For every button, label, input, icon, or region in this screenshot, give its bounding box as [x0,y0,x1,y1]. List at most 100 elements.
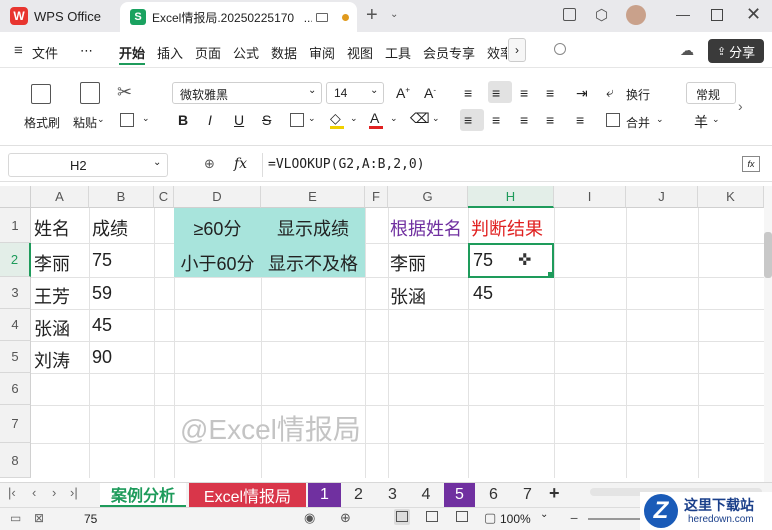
cell-d2[interactable]: 小于60分 [174,250,261,276]
currency-icon[interactable]: 羊 [694,112,708,132]
cell-a2[interactable]: 李丽 [34,250,70,276]
col-header-g[interactable]: G [388,186,468,208]
name-box[interactable] [8,153,168,177]
sheet-tab-3[interactable]: 3 [377,483,408,507]
merge-icon[interactable] [606,113,620,127]
page-layout-icon[interactable] [426,511,438,522]
col-header-f[interactable]: F [365,186,388,208]
zoom-search-icon[interactable]: ⊕ [204,156,215,172]
menu-file[interactable]: 文件 [32,43,58,62]
paste-dropdown-icon[interactable]: ⌄ [97,114,105,125]
row-header-8[interactable]: 8 [0,443,31,478]
col-header-j[interactable]: J [626,186,698,208]
col-header-k[interactable]: K [698,186,764,208]
menu-vip[interactable]: 会员专享 [423,43,475,62]
first-sheet-icon[interactable]: |‹ [8,485,16,500]
fx-button[interactable]: fx [234,156,247,172]
format-painter-icon[interactable] [31,84,51,104]
cube-icon[interactable]: ⬡ [595,6,608,24]
col-header-d[interactable]: D [174,186,261,208]
row-header-7[interactable]: 7 [0,405,31,443]
normal-view-icon[interactable] [396,511,408,522]
menu-efficiency[interactable]: 效率 [487,43,507,62]
sheet-tab-case[interactable]: 案例分析 [100,483,186,507]
sheet-tab-5[interactable]: 5 [444,483,475,507]
minimize-button[interactable]: — [676,6,690,22]
cell-b3[interactable]: 59 [92,283,112,304]
cell-g3[interactable]: 张涵 [390,283,426,309]
prev-sheet-icon[interactable]: ‹ [32,485,36,500]
format-painter-label[interactable]: 格式刷 [24,114,60,131]
paste-icon[interactable] [80,82,100,104]
menu-view[interactable]: 视图 [347,43,373,62]
align-bottom-icon[interactable]: ≡ [520,85,528,101]
cell-g1[interactable]: 根据姓名 [390,215,462,241]
sheet-tab-excel[interactable]: Excel情报局 [189,483,306,507]
cell-a1[interactable]: 姓名 [34,215,70,241]
underline-button[interactable]: U [234,112,244,128]
name-box-chevron-icon[interactable]: ⌄ [153,157,161,168]
font-color-icon[interactable]: A [370,110,379,126]
paste-label[interactable]: 粘贴 [73,114,97,131]
font-color-dropdown-icon[interactable]: ⌄ [390,113,398,124]
row-header-1[interactable]: 1 [0,208,31,243]
search-icon[interactable] [554,43,566,55]
align-middle-icon[interactable]: ≡ [492,85,500,101]
menu-insert[interactable]: 插入 [157,43,183,62]
cell-a4[interactable]: 张涵 [34,315,70,341]
indent-icon[interactable]: ⇥ [576,85,588,102]
select-all-corner[interactable] [0,186,31,208]
cell-b2[interactable]: 75 [92,250,112,271]
copy-dropdown-icon[interactable]: ⌄ [142,113,150,124]
maximize-button[interactable] [711,9,723,21]
decrease-font-icon[interactable]: A- [424,85,436,101]
menu-page[interactable]: 页面 [195,43,221,62]
menu-review[interactable]: 审阅 [309,43,335,62]
strikethrough-button[interactable]: S [262,112,271,128]
fill-color-icon[interactable]: ◇ [330,110,341,127]
orientation-icon[interactable]: ≡ [546,85,554,101]
col-header-b[interactable]: B [89,186,154,208]
crosshair-icon[interactable]: ⊕ [340,510,351,526]
border-icon[interactable] [290,113,304,127]
eraser-icon[interactable]: ⌫ [410,110,430,127]
wrap-text-label[interactable]: 换行 [626,86,650,103]
distribute-icon[interactable]: ≡ [576,112,584,128]
cell-g2[interactable]: 李丽 [390,250,426,276]
add-sheet-icon[interactable]: + [549,483,560,504]
cell-b4[interactable]: 45 [92,315,112,336]
align-left-icon[interactable]: ≡ [464,112,472,128]
monitor-icon[interactable] [316,12,328,22]
cell-e1[interactable]: 显示成绩 [261,215,365,241]
menu-tools[interactable]: 工具 [385,43,411,62]
zoom-dropdown-icon[interactable]: ⌄ [540,509,548,520]
cell-h2[interactable]: 75 [473,250,493,271]
col-header-c[interactable]: C [154,186,174,208]
cloud-sync-icon[interactable]: ☁ [680,42,694,59]
col-header-i[interactable]: I [554,186,626,208]
row-header-2[interactable]: 2 [0,243,31,277]
tab-list-chevron-icon[interactable]: ⌄ [390,9,398,20]
align-right-icon[interactable]: ≡ [520,112,528,128]
new-tab-button[interactable]: + [366,4,378,27]
wps-home-tab[interactable]: W WPS Office [10,0,101,32]
cell-h3[interactable]: 45 [473,283,493,304]
hamburger-icon[interactable]: ≡ [14,42,23,59]
cell-b5[interactable]: 90 [92,347,112,368]
increase-font-icon[interactable]: A+ [396,85,410,101]
copy-icon[interactable] [120,113,134,127]
sheet-tab-2[interactable]: 2 [343,483,374,507]
grid-area[interactable] [31,208,764,478]
cell-a5[interactable]: 刘涛 [34,347,70,373]
align-center-icon[interactable]: ≡ [492,112,500,128]
menu-home[interactable]: 开始 [119,43,145,62]
ribbon-scroll-right-icon[interactable]: › [738,98,743,114]
cell-e2[interactable]: 显示不及格 [261,250,365,276]
sheet-tab-1[interactable]: 1 [308,483,341,507]
vertical-scrollbar[interactable] [764,186,772,482]
cell-a3[interactable]: 王芳 [34,283,70,309]
merge-dropdown-icon[interactable]: ⌄ [656,114,664,125]
cell-h1[interactable]: 判断结果 [471,215,543,241]
currency-dropdown-icon[interactable]: ⌄ [712,114,720,125]
justify-icon[interactable]: ≡ [546,112,554,128]
